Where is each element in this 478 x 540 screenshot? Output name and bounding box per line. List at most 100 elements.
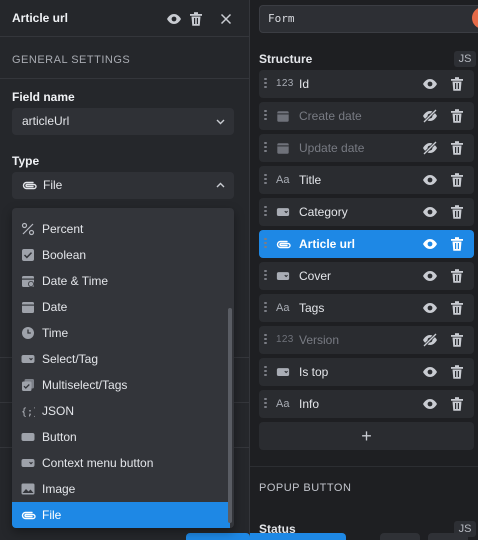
select-icon — [276, 268, 294, 284]
structure-field-row[interactable]: Cover — [259, 262, 474, 290]
structure-field-row[interactable]: Aa Tags — [259, 294, 474, 322]
save-button-edge[interactable] — [186, 533, 250, 540]
close-icon[interactable] — [218, 11, 234, 27]
structure-field-row[interactable]: Article url — [259, 230, 474, 258]
trash-icon[interactable] — [188, 11, 204, 27]
dropdown-scrollbar[interactable] — [228, 308, 232, 523]
structure-js-button[interactable]: JS — [454, 51, 476, 67]
drag-handle-icon[interactable] — [264, 366, 267, 378]
trash-icon[interactable] — [449, 396, 465, 412]
drag-handle-icon[interactable] — [264, 398, 267, 410]
number-icon: 123 — [276, 334, 294, 345]
type-dropdown: Percent Boolean Date & Time Date Time Select/… — [12, 208, 234, 528]
trash-icon[interactable] — [449, 172, 465, 188]
structure-field-row[interactable]: 123 Version — [259, 326, 474, 354]
drag-handle-icon[interactable] — [264, 206, 267, 218]
structure-field-row[interactable]: 123 Id — [259, 70, 474, 98]
field-name-select[interactable]: articleUrl — [12, 108, 234, 135]
trash-icon[interactable] — [449, 204, 465, 220]
dropdown-item-partial[interactable] — [12, 208, 230, 216]
dropdown-item[interactable]: File — [12, 502, 230, 528]
trash-icon[interactable] — [449, 364, 465, 380]
structure-field-label: Update date — [299, 141, 365, 155]
type-value: File — [43, 178, 63, 192]
eye-icon[interactable] — [422, 268, 438, 284]
dropdown-item[interactable]: Select/Tag — [12, 346, 230, 372]
chevron-up-icon — [215, 180, 226, 191]
structure-field-label: Cover — [299, 269, 332, 283]
form-name-input[interactable]: Form — [259, 5, 478, 33]
dropdown-item-label: Button — [42, 430, 77, 444]
tag-icon — [21, 352, 35, 366]
dropdown-item-label: Percent — [42, 222, 84, 236]
eye-icon[interactable] — [422, 396, 438, 412]
trash-icon[interactable] — [449, 300, 465, 316]
dropdown-item[interactable]: Context menu button — [12, 450, 230, 476]
dropdown-item[interactable]: Button — [12, 424, 230, 450]
trash-icon[interactable] — [449, 76, 465, 92]
type-select[interactable]: File — [12, 172, 234, 199]
json-icon: {;} — [21, 404, 35, 418]
drag-handle-icon[interactable] — [264, 142, 267, 154]
dropdown-item[interactable]: Date & Time — [12, 268, 230, 294]
dropdown-item[interactable]: Multiselect/Tags — [12, 372, 230, 398]
eye-off-icon[interactable] — [422, 108, 438, 124]
trash-icon[interactable] — [449, 140, 465, 156]
trash-icon[interactable] — [449, 268, 465, 284]
eye-icon[interactable] — [422, 236, 438, 252]
dropdown-item-label: Context menu button — [42, 456, 154, 470]
multi-checkbox-icon — [21, 378, 35, 392]
trash-icon[interactable] — [449, 108, 465, 124]
dropdown-item[interactable]: {;} JSON — [12, 398, 230, 424]
dropdown-item[interactable]: Date — [12, 294, 230, 320]
structure-field-label: Info — [299, 397, 320, 411]
svg-text:{;}: {;} — [21, 407, 35, 418]
divider — [0, 78, 250, 79]
eye-icon[interactable] — [422, 204, 438, 220]
dropdown-item[interactable]: Image — [12, 476, 230, 502]
dropdown-item[interactable]: Percent — [12, 216, 230, 242]
structure-field-row[interactable]: Category — [259, 198, 474, 226]
eye-icon[interactable] — [422, 364, 438, 380]
structure-field-row[interactable]: Update date — [259, 134, 474, 162]
eye-icon[interactable] — [422, 76, 438, 92]
text-icon: Aa — [276, 174, 290, 186]
add-field-button[interactable]: + — [259, 422, 474, 450]
drag-handle-icon[interactable] — [264, 110, 267, 122]
secondary-button-edge[interactable] — [380, 533, 420, 540]
drag-handle-icon[interactable] — [264, 78, 267, 90]
eye-icon[interactable] — [166, 11, 182, 27]
trash-icon[interactable] — [449, 332, 465, 348]
secondary-button-edge-2[interactable] — [428, 533, 468, 540]
text-icon: Aa — [276, 302, 290, 314]
structure-field-row[interactable]: Create date — [259, 102, 474, 130]
trash-icon[interactable] — [449, 236, 465, 252]
drag-handle-icon[interactable] — [264, 270, 267, 282]
menu-button-icon — [21, 456, 35, 470]
eye-off-icon[interactable] — [422, 140, 438, 156]
structure-field-row[interactable]: Is top — [259, 358, 474, 386]
dropdown-item-label: Time — [42, 326, 69, 340]
select-icon — [276, 204, 294, 220]
structure-field-label: Tags — [299, 301, 325, 315]
eye-icon[interactable] — [422, 172, 438, 188]
dropdown-item[interactable]: Time — [12, 320, 230, 346]
drag-handle-icon[interactable] — [264, 238, 267, 250]
structure-field-label: Is top — [299, 365, 329, 379]
dropdown-item[interactable]: Boolean — [12, 242, 230, 268]
settings-header: Article url — [0, 0, 250, 37]
eye-icon[interactable] — [422, 300, 438, 316]
drag-handle-icon[interactable] — [264, 302, 267, 314]
checkbox-icon — [21, 248, 35, 262]
drag-handle-icon[interactable] — [264, 174, 267, 186]
eye-off-icon[interactable] — [422, 332, 438, 348]
structure-field-row[interactable]: Aa Info — [259, 390, 474, 418]
text-icon: Aa — [276, 398, 290, 410]
structure-field-row[interactable]: Aa Title — [259, 166, 474, 194]
dropdown-item-label: Image — [42, 482, 76, 496]
structure-field-label: Title — [299, 173, 322, 187]
structure-panel: Form Structure JS 123 Id Create date Update… — [186, 0, 478, 540]
drag-handle-icon[interactable] — [264, 334, 267, 346]
percent-icon — [21, 222, 35, 236]
structure-field-label: Create date — [299, 109, 362, 123]
